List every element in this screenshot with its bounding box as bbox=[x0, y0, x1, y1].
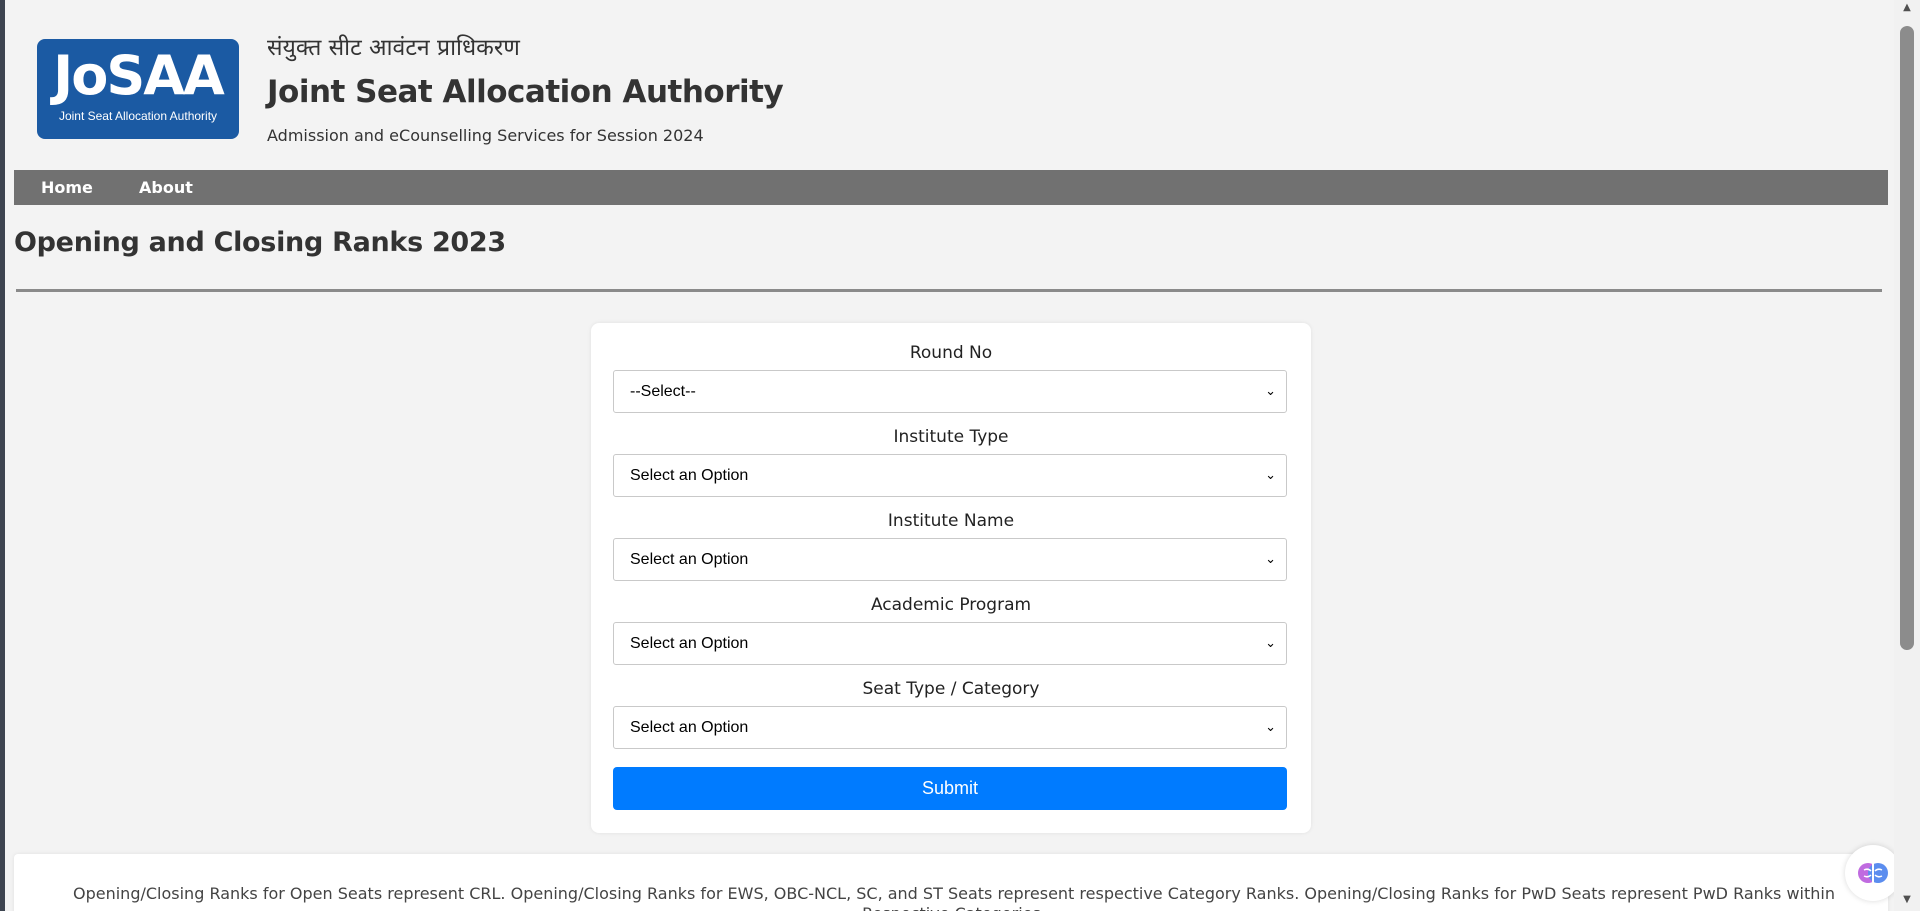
round-no-value: --Select-- bbox=[630, 383, 696, 400]
nav-about-link[interactable]: About bbox=[139, 170, 193, 205]
academic-program-label: Academic Program bbox=[870, 595, 1032, 615]
chevron-down-icon: ⌄ bbox=[1265, 552, 1276, 567]
page-scrollbar[interactable]: ▲ ▼ bbox=[1894, 0, 1920, 911]
seat-type-value: Select an Option bbox=[630, 719, 749, 736]
page-viewport: JoSAA Joint Seat Allocation Authority सं… bbox=[5, 0, 1894, 911]
assistant-button[interactable] bbox=[1845, 845, 1894, 901]
chevron-down-icon: ⌄ bbox=[1265, 720, 1276, 735]
heading-divider bbox=[16, 289, 1882, 292]
nav-home-link[interactable]: Home bbox=[41, 170, 93, 205]
scroll-thumb[interactable] bbox=[1900, 26, 1914, 650]
hindi-title: संयुक्त सीट आवंटन प्राधिकरण bbox=[267, 35, 520, 61]
institute-name-select[interactable]: Select an Option ⌄ bbox=[613, 538, 1287, 581]
institute-type-value: Select an Option bbox=[630, 467, 749, 484]
chevron-down-icon: ⌄ bbox=[1265, 468, 1276, 483]
note-text: Opening/Closing Ranks for Open Seats rep… bbox=[73, 884, 1835, 911]
institute-name-value: Select an Option bbox=[630, 551, 749, 568]
institute-name-label: Institute Name bbox=[887, 511, 1015, 531]
main-navbar: Home About bbox=[14, 170, 1888, 205]
scroll-down-icon[interactable]: ▼ bbox=[1894, 894, 1920, 905]
page-title: Opening and Closing Ranks 2023 bbox=[14, 227, 506, 258]
logo-subtitle: Joint Seat Allocation Authority bbox=[58, 109, 218, 123]
round-no-select[interactable]: --Select-- ⌄ bbox=[613, 370, 1287, 413]
brain-icon bbox=[1858, 863, 1888, 883]
scroll-up-icon[interactable]: ▲ bbox=[1894, 2, 1920, 13]
site-subtitle: Admission and eCounselling Services for … bbox=[267, 126, 704, 145]
site-title: Joint Seat Allocation Authority bbox=[267, 74, 784, 110]
josaa-logo[interactable]: JoSAA Joint Seat Allocation Authority bbox=[37, 39, 239, 139]
institute-type-label: Institute Type bbox=[893, 427, 1009, 447]
submit-button[interactable]: Submit bbox=[613, 767, 1287, 810]
seat-type-select[interactable]: Select an Option ⌄ bbox=[613, 706, 1287, 749]
academic-program-value: Select an Option bbox=[630, 635, 749, 652]
institute-type-select[interactable]: Select an Option ⌄ bbox=[613, 454, 1287, 497]
round-no-label: Round No bbox=[909, 343, 993, 363]
chevron-down-icon: ⌄ bbox=[1265, 384, 1276, 399]
chevron-down-icon: ⌄ bbox=[1265, 636, 1276, 651]
logo-wordmark: JoSAA bbox=[53, 44, 225, 107]
academic-program-select[interactable]: Select an Option ⌄ bbox=[613, 622, 1287, 665]
rank-filter-form: Round No --Select-- ⌄ Institute Type Sel… bbox=[591, 323, 1311, 833]
rank-info-note: Opening/Closing Ranks for Open Seats rep… bbox=[14, 854, 1888, 911]
seat-type-label: Seat Type / Category bbox=[862, 679, 1040, 699]
